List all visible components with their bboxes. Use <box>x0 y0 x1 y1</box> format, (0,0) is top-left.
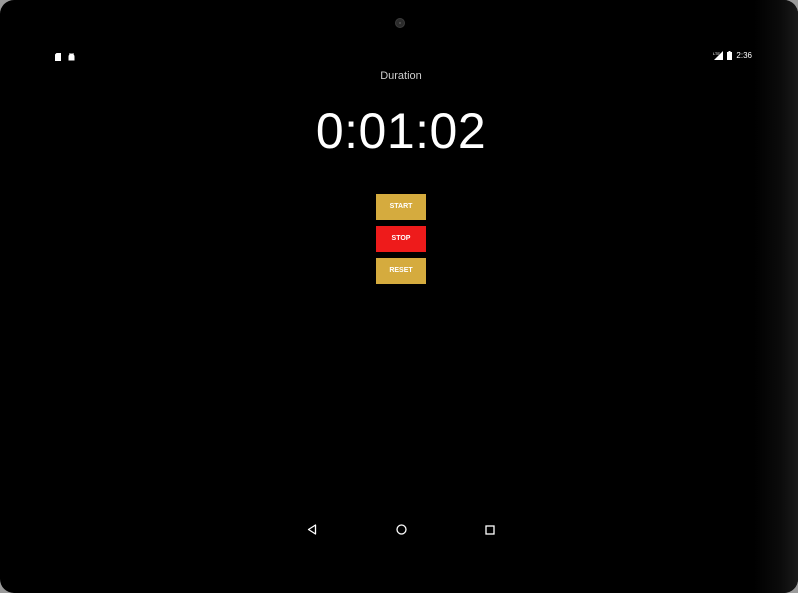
signal-icon: LTE <box>713 47 724 65</box>
stop-button[interactable]: STOP <box>376 226 426 252</box>
reset-button[interactable]: RESET <box>376 258 426 284</box>
status-notification-icons <box>55 48 75 66</box>
android-icon <box>68 48 75 66</box>
device-bezel-edge <box>754 0 798 593</box>
home-button[interactable] <box>391 521 411 541</box>
home-icon <box>395 522 407 540</box>
navigation-bar <box>46 516 754 546</box>
recents-icon <box>485 522 495 540</box>
duration-label: Duration <box>380 70 422 82</box>
front-camera <box>395 18 405 28</box>
recents-button[interactable] <box>480 521 500 541</box>
back-button[interactable] <box>302 521 322 541</box>
svg-text:LTE: LTE <box>713 51 720 56</box>
status-bar: LTE 2:36 <box>46 43 754 63</box>
timer-display: 0:01:02 <box>315 103 487 159</box>
screen: LTE 2:36 Duration 0:01:02 START STOP RES… <box>46 43 754 559</box>
battery-icon <box>727 47 733 65</box>
start-button[interactable]: START <box>376 194 426 220</box>
status-clock: 2:36 <box>736 51 752 60</box>
sd-card-icon <box>55 48 61 66</box>
tablet-frame: LTE 2:36 Duration 0:01:02 START STOP RES… <box>0 0 798 593</box>
status-system-icons: LTE 2:36 <box>713 47 752 65</box>
back-icon <box>307 522 317 540</box>
